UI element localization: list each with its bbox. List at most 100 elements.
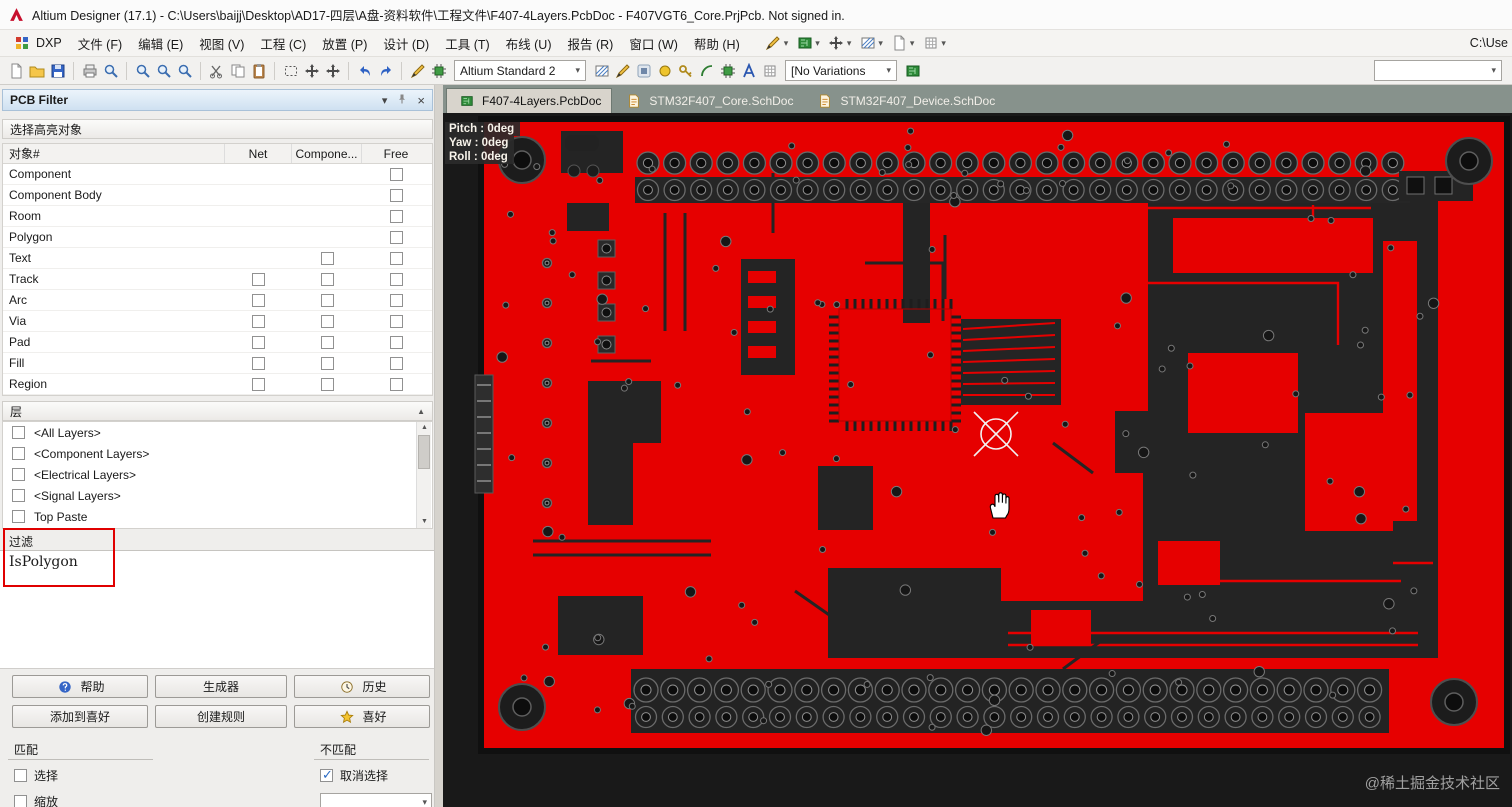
- scroll-up-icon[interactable]: ▲: [417, 407, 425, 416]
- room-free-checkbox[interactable]: [389, 209, 403, 223]
- close-icon[interactable]: ×: [417, 93, 425, 108]
- move-selection-icon[interactable]: [302, 61, 321, 80]
- polygon-free-checkbox[interactable]: [389, 230, 403, 244]
- pad-component-checkbox[interactable]: [320, 335, 334, 349]
- layer-row[interactable]: <All Layers>: [3, 422, 432, 443]
- pcb-editor-canvas[interactable]: Pitch : 0deg Yaw : 0deg Roll : 0deg @稀土掘金技…: [443, 113, 1512, 807]
- place-key-icon[interactable]: [676, 61, 695, 80]
- menu-reports[interactable]: 报告 (R): [559, 30, 621, 57]
- track-net-checkbox[interactable]: [252, 272, 265, 286]
- cross-probe-icon-group[interactable]: ▾: [825, 33, 854, 54]
- interactive-routing-icon[interactable]: [408, 61, 427, 80]
- open-document-icon[interactable]: [27, 61, 46, 80]
- match-select-option-checkbox[interactable]: [14, 769, 27, 782]
- arc-net-checkbox[interactable]: [252, 293, 265, 307]
- region-component-checkbox[interactable]: [320, 377, 334, 391]
- place-via-icon[interactable]: [655, 61, 674, 80]
- track-free-checkbox[interactable]: [389, 272, 403, 286]
- layer-row[interactable]: <Component Layers>: [3, 443, 432, 464]
- match-zoom-option[interactable]: 缩放: [14, 793, 58, 807]
- via-free-checkbox[interactable]: [389, 314, 403, 328]
- text-free-checkbox[interactable]: [389, 251, 403, 265]
- zoom-area-icon[interactable]: [154, 61, 173, 80]
- tab-stm32f407-core-schdoc[interactable]: STM32F407_Core.SchDoc: [614, 88, 803, 113]
- fill-net-checkbox[interactable]: [252, 356, 265, 370]
- copy-icon[interactable]: [228, 61, 247, 80]
- menu-window[interactable]: 窗口 (W): [621, 30, 686, 57]
- place-net-icon[interactable]: [634, 61, 653, 80]
- undo-icon[interactable]: [355, 61, 374, 80]
- caret-down-icon[interactable]: ▾: [382, 94, 388, 107]
- menu-project[interactable]: 工程 (C): [252, 30, 314, 57]
- layer-checkbox[interactable]: [12, 510, 25, 523]
- sheet-icon-group[interactable]: ▾: [888, 33, 917, 54]
- component-free-checkbox[interactable]: [389, 167, 403, 181]
- save-document-icon[interactable]: [48, 61, 67, 80]
- menu-edit[interactable]: 编辑 (E): [130, 30, 191, 57]
- layer-checkbox[interactable]: [12, 426, 25, 439]
- favorites-button[interactable]: 喜好: [294, 705, 430, 728]
- zoom-selected-icon[interactable]: [175, 61, 194, 80]
- menu-place[interactable]: 放置 (P): [314, 30, 375, 57]
- fill-component-checkbox[interactable]: [320, 356, 334, 370]
- pad-net-checkbox[interactable]: [252, 335, 265, 349]
- layer-row[interactable]: <Electrical Layers>: [3, 464, 432, 485]
- arc-component-checkbox[interactable]: [320, 293, 334, 307]
- add-to-favorites-button[interactable]: 添加到喜好: [12, 705, 148, 728]
- menu-view[interactable]: 视图 (V): [191, 30, 252, 57]
- redo-icon[interactable]: [376, 61, 395, 80]
- layer-row[interactable]: <Signal Layers>: [3, 485, 432, 506]
- place-line-icon[interactable]: [613, 61, 632, 80]
- tab-stm32f407-device-schdoc[interactable]: STM32F407_Device.SchDoc: [805, 88, 1005, 113]
- unmatch-mode-combo[interactable]: ▾: [320, 793, 432, 807]
- variations-combo[interactable]: [No Variations ▾: [785, 60, 897, 81]
- unmatch-deselect-option[interactable]: 取消选择: [320, 767, 388, 784]
- layer-checkbox[interactable]: [12, 468, 25, 481]
- zoom-fit-icon[interactable]: [133, 61, 152, 80]
- filter-expression-area[interactable]: IsPolygon: [0, 551, 434, 669]
- offset-icon[interactable]: [323, 61, 342, 80]
- place-arc-icon[interactable]: [697, 61, 716, 80]
- history-button[interactable]: 历史: [294, 675, 430, 698]
- menu-dxp[interactable]: DXP: [4, 30, 70, 57]
- place-part-icon[interactable]: [718, 61, 737, 80]
- unmatch-deselect-option-checkbox[interactable]: [320, 767, 333, 783]
- snap-grid-icon[interactable]: [760, 61, 779, 80]
- polygon-hatch-icon[interactable]: [592, 61, 611, 80]
- layers-scrollbar[interactable]: ▲ ▼: [416, 422, 431, 528]
- match-select-option[interactable]: 选择: [14, 767, 58, 784]
- text-component-checkbox[interactable]: [320, 251, 334, 265]
- menu-file[interactable]: 文件 (F): [70, 30, 130, 57]
- menu-route[interactable]: 布线 (U): [498, 30, 560, 57]
- print-preview-icon[interactable]: [101, 61, 120, 80]
- right-combo[interactable]: ▾: [1374, 60, 1502, 81]
- panel-resize-divider[interactable]: [435, 85, 443, 807]
- paste-icon[interactable]: [249, 61, 268, 80]
- scroll-down-icon[interactable]: ▼: [417, 516, 432, 528]
- menu-tools[interactable]: 工具 (T): [437, 30, 497, 57]
- via-net-checkbox[interactable]: [252, 314, 265, 328]
- pin-icon[interactable]: [396, 93, 408, 108]
- snap-grid-icon-group[interactable]: ▾: [919, 33, 948, 54]
- region-net-checkbox[interactable]: [252, 377, 265, 391]
- help-button[interactable]: 帮助: [12, 675, 148, 698]
- pcb-board-view[interactable]: [443, 113, 1512, 807]
- new-document-icon[interactable]: [6, 61, 25, 80]
- filter-expression[interactable]: IsPolygon: [0, 551, 434, 573]
- wire-tool-icon-group[interactable]: ▾: [762, 33, 791, 54]
- match-zoom-option-checkbox[interactable]: [14, 795, 27, 807]
- create-rule-button[interactable]: 创建规则: [155, 705, 287, 728]
- layer-row[interactable]: Top Paste: [3, 506, 432, 527]
- scroll-up-icon[interactable]: ▲: [417, 422, 432, 434]
- layer-checkbox[interactable]: [12, 489, 25, 502]
- print-icon[interactable]: [80, 61, 99, 80]
- path-combo[interactable]: C:\Use: [1470, 36, 1508, 50]
- place-string-icon[interactable]: [739, 61, 758, 80]
- fill-free-checkbox[interactable]: [389, 356, 403, 370]
- layer-checkbox[interactable]: [12, 447, 25, 460]
- measure-icon-group[interactable]: ▾: [856, 33, 885, 54]
- board-insight-icon-group[interactable]: ▾: [793, 33, 822, 54]
- cut-icon[interactable]: [207, 61, 226, 80]
- variant-board-icon[interactable]: [903, 61, 922, 80]
- menu-design[interactable]: 设计 (D): [375, 30, 437, 57]
